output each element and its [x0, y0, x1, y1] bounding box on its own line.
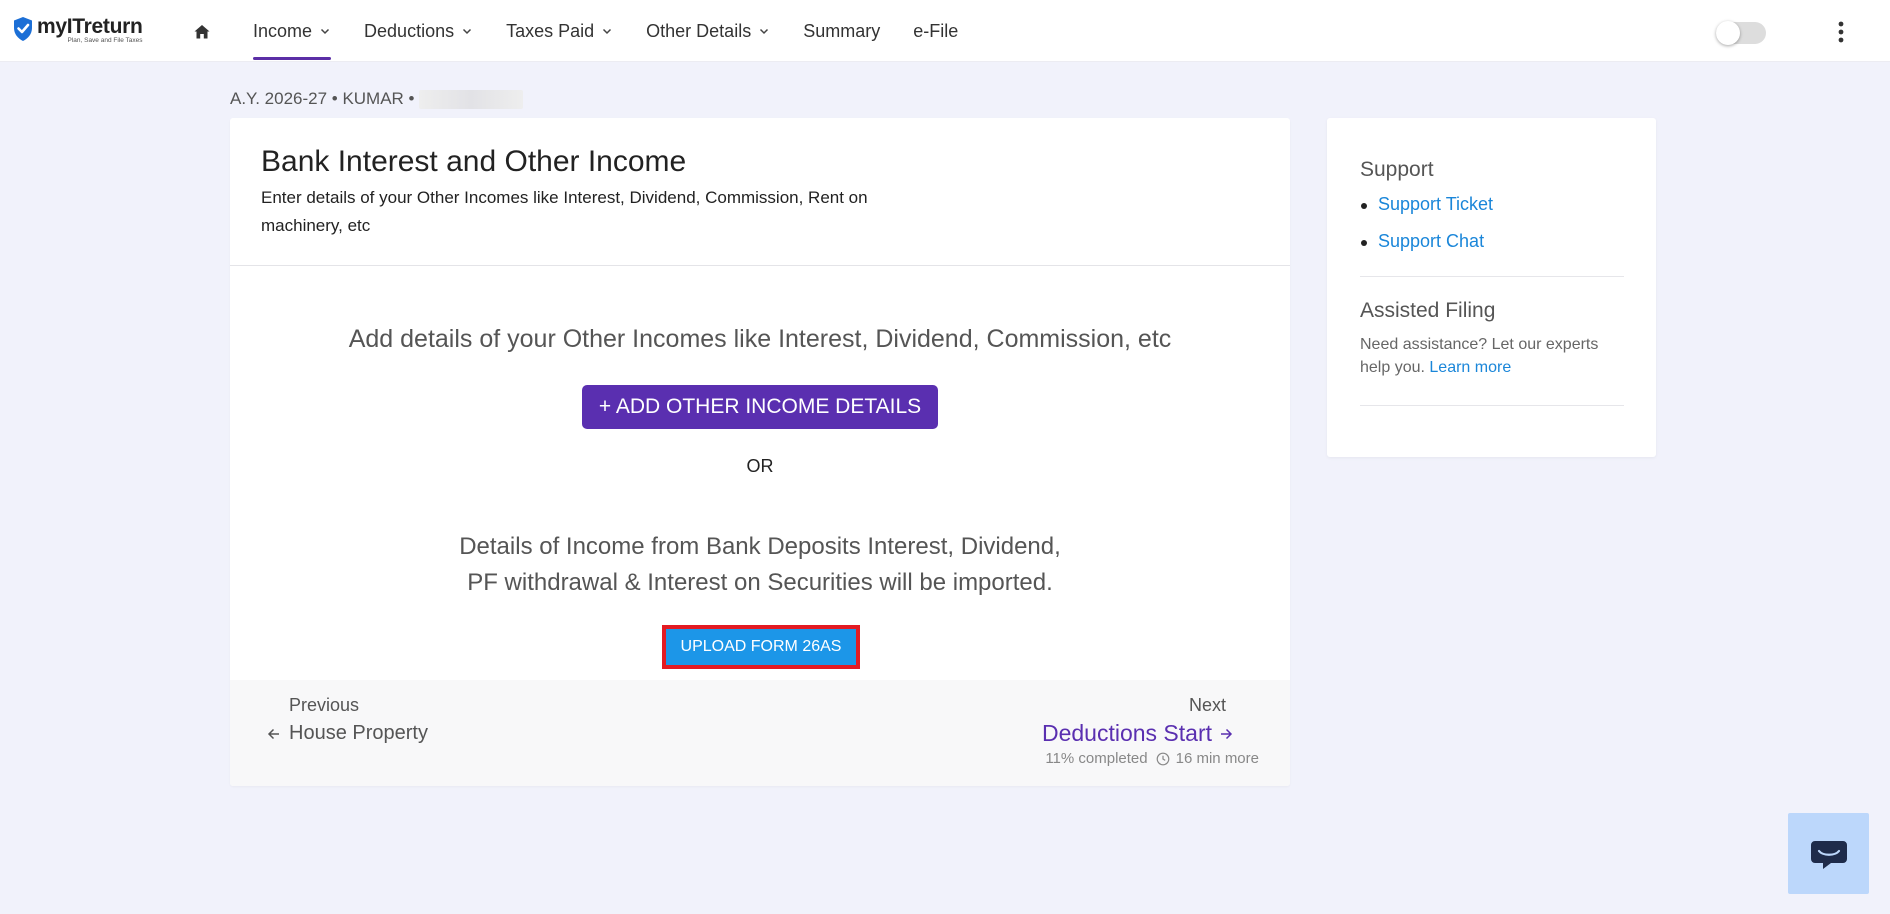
arrow-left-icon	[267, 728, 279, 739]
redacted-id	[418, 89, 523, 109]
nav-summary-label: Summary	[803, 20, 881, 41]
support-links: Support Ticket Support Chat	[1360, 194, 1493, 268]
progress-status: 11% completed 16 min more	[1045, 750, 1259, 767]
or-separator: OR	[746, 456, 774, 476]
nav-taxes-paid-label: Taxes Paid	[506, 20, 595, 41]
assessment-breadcrumb: A.Y. 2026-27 • KUMAR •	[230, 89, 523, 109]
nav-deductions[interactable]: Deductions	[364, 0, 473, 62]
completion-text: 11% completed	[1045, 750, 1148, 767]
sidebar-divider	[1360, 405, 1624, 406]
chevron-down-icon	[760, 28, 769, 35]
toggle-knob	[1716, 21, 1740, 45]
previous-step[interactable]: Previous House Property	[266, 695, 428, 745]
support-ticket-link[interactable]: Support Ticket	[1360, 194, 1493, 215]
upload-highlight-box: UPLOAD FORM 26AS	[662, 625, 860, 669]
nav-other-details[interactable]: Other Details	[646, 0, 770, 62]
card-footer: Previous House Property Next Deductions …	[230, 680, 1290, 786]
add-other-income-button[interactable]: + ADD OTHER INCOME DETAILS	[582, 385, 938, 429]
time-left-text: 16 min more	[1175, 750, 1259, 767]
next-label: Next	[1188, 695, 1226, 715]
learn-more-link[interactable]: Learn more	[1429, 359, 1511, 376]
previous-link[interactable]: House Property	[289, 722, 428, 745]
page-title: Bank Interest and Other Income	[261, 145, 687, 178]
theme-toggle[interactable]	[1716, 21, 1766, 45]
import-info-line-2: PF withdrawal & Interest on Securities w…	[467, 569, 1053, 596]
nav-deductions-label: Deductions	[364, 20, 455, 41]
brand-tagline: Plan, Save and File Taxes	[67, 37, 143, 44]
sidebar-divider	[1360, 276, 1624, 277]
brand-name: myITreturn	[37, 15, 143, 38]
support-chat-link[interactable]: Support Chat	[1360, 231, 1493, 252]
next-link[interactable]: Deductions Start	[1042, 720, 1212, 747]
previous-label: Previous	[289, 695, 360, 715]
next-step[interactable]: Next Deductions Start	[1042, 695, 1234, 747]
upload-form-26as-button[interactable]: UPLOAD FORM 26AS	[666, 629, 856, 665]
home-icon[interactable]	[193, 23, 211, 41]
nav-summary[interactable]: Summary	[803, 0, 880, 62]
card-header: Bank Interest and Other Income Enter det…	[230, 118, 1290, 266]
support-title: Support	[1360, 158, 1434, 181]
clock-icon	[1156, 752, 1170, 765]
brand-logo[interactable]: myITreturn Plan, Save and File Taxes	[12, 16, 143, 44]
assisted-filing-text: Need assistance? Let our experts help yo…	[1360, 333, 1620, 379]
import-info-line-1: Details of Income from Bank Deposits Int…	[459, 533, 1061, 560]
chat-widget-button[interactable]	[1788, 813, 1869, 894]
help-sidebar: Support Support Ticket Support Chat Assi…	[1327, 118, 1656, 457]
page-description: Enter details of your Other Incomes like…	[261, 188, 868, 235]
chevron-down-icon	[603, 28, 612, 35]
nav-efile[interactable]: e-File	[913, 0, 958, 62]
nav-other-details-label: Other Details	[646, 20, 752, 41]
nav-income[interactable]: Income	[253, 0, 332, 62]
assisted-filing-title: Assisted Filing	[1360, 299, 1496, 322]
arrow-right-icon	[1221, 728, 1233, 739]
main-nav: Income Deductions Taxes Paid Other Detai…	[253, 0, 991, 62]
chat-icon	[1810, 840, 1847, 869]
other-income-card: Bank Interest and Other Income Enter det…	[230, 118, 1290, 786]
top-navbar: myITreturn Plan, Save and File Taxes Inc…	[0, 0, 1890, 62]
nav-income-label: Income	[253, 20, 313, 41]
chevron-down-icon	[463, 28, 472, 35]
shield-check-icon	[14, 17, 32, 41]
breadcrumb-text: A.Y. 2026-27 • KUMAR •	[230, 89, 415, 108]
kebab-menu-icon[interactable]	[1833, 20, 1849, 44]
nav-taxes-paid[interactable]: Taxes Paid	[506, 0, 613, 62]
nav-efile-label: e-File	[913, 20, 959, 41]
chevron-down-icon	[321, 28, 330, 35]
add-income-prompt: Add details of your Other Incomes like I…	[348, 325, 1172, 353]
